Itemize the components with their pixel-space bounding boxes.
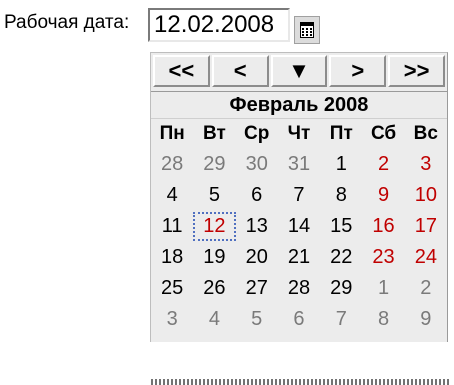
- day-cell[interactable]: 3: [151, 305, 193, 334]
- day-cell[interactable]: 6: [236, 181, 278, 210]
- today-button[interactable]: ▼: [270, 55, 328, 87]
- prev-month-button[interactable]: <: [211, 55, 269, 87]
- week-row: 11 12 13 14 15 16 17: [151, 212, 447, 243]
- day-cell[interactable]: 5: [193, 181, 235, 210]
- day-cell[interactable]: 5: [236, 305, 278, 334]
- week-row: 28 29 30 31 1 2 3: [151, 150, 447, 181]
- day-cell[interactable]: 29: [320, 274, 362, 303]
- calendar-popup: << < ▼ > >> Февраль 2008 Пн Вт Ср Чт Пт Сб Вс 2…: [150, 52, 449, 385]
- day-cell[interactable]: 21: [278, 243, 320, 272]
- day-cell[interactable]: 1: [362, 274, 404, 303]
- day-cell[interactable]: 23: [362, 243, 404, 272]
- week-row: 18 19 20 21 22 23 24: [151, 243, 447, 274]
- weekday-header: Пт: [329, 122, 353, 144]
- day-cell[interactable]: 7: [278, 181, 320, 210]
- day-cell[interactable]: 17: [405, 212, 447, 241]
- day-cell[interactable]: 26: [193, 274, 235, 303]
- week-row: 4 5 6 7 8 9 10: [151, 181, 447, 212]
- day-cell[interactable]: 8: [362, 305, 404, 334]
- day-cell[interactable]: 4: [151, 181, 193, 210]
- weekday-header: Сб: [370, 122, 397, 144]
- prev-year-button[interactable]: <<: [153, 55, 210, 87]
- day-cell[interactable]: 11: [151, 212, 193, 241]
- day-cell[interactable]: 22: [320, 243, 362, 272]
- date-input[interactable]: [148, 8, 290, 42]
- day-cell[interactable]: 15: [320, 212, 362, 241]
- day-cell[interactable]: 9: [405, 305, 447, 334]
- day-cell[interactable]: 20: [236, 243, 278, 272]
- weekday-header: Пн: [159, 122, 185, 144]
- weekday-header: Вт: [203, 122, 226, 144]
- weekday-header: Вс: [413, 122, 438, 144]
- day-cell[interactable]: 25: [151, 274, 193, 303]
- calendar-icon: [300, 22, 314, 38]
- day-cell[interactable]: 10: [405, 181, 447, 210]
- weekday-header: Ср: [244, 122, 270, 144]
- weekday-header: Чт: [287, 122, 311, 144]
- day-cell[interactable]: 9: [362, 181, 404, 210]
- week-row: 25 26 27 28 29 1 2: [151, 274, 447, 305]
- day-cell[interactable]: 14: [278, 212, 320, 241]
- day-cell[interactable]: 29: [193, 150, 235, 179]
- day-cell-selected[interactable]: 12: [193, 212, 236, 241]
- weekday-header-row: Пн Вт Ср Чт Пт Сб Вс: [151, 119, 447, 150]
- day-cell[interactable]: 8: [320, 181, 362, 210]
- calendar-nav: << < ▼ > >>: [153, 55, 445, 87]
- day-cell[interactable]: 2: [405, 274, 447, 303]
- calendar-dropdown-button[interactable]: [294, 16, 320, 44]
- day-cell[interactable]: 18: [151, 243, 193, 272]
- day-cell[interactable]: 28: [278, 274, 320, 303]
- day-cell[interactable]: 19: [193, 243, 235, 272]
- next-month-button[interactable]: >: [329, 55, 387, 87]
- day-cell[interactable]: 3: [405, 150, 447, 179]
- day-cell[interactable]: 27: [236, 274, 278, 303]
- day-cell[interactable]: 7: [320, 305, 362, 334]
- day-cell[interactable]: 4: [193, 305, 235, 334]
- day-cell[interactable]: 1: [320, 150, 362, 179]
- day-cell[interactable]: 28: [151, 150, 193, 179]
- month-title: Февраль 2008: [151, 91, 447, 119]
- week-row: 3456789: [151, 305, 447, 336]
- next-year-button[interactable]: >>: [388, 55, 445, 87]
- day-cell[interactable]: 6: [278, 305, 320, 334]
- day-cell[interactable]: 13: [236, 212, 278, 241]
- day-cell[interactable]: 24: [405, 243, 447, 272]
- calendar-grid: Пн Вт Ср Чт Пт Сб Вс 28 29 30 31 1 2 3 4 5 6 7 8 9 10 11 12 13 1…: [151, 119, 447, 336]
- day-cell[interactable]: 2: [362, 150, 404, 179]
- day-cell[interactable]: 30: [236, 150, 278, 179]
- popup-bottom-edge: [151, 379, 449, 385]
- day-cell[interactable]: 31: [278, 150, 320, 179]
- day-cell[interactable]: 16: [362, 212, 404, 241]
- date-label: Рабочая дата:: [4, 12, 130, 33]
